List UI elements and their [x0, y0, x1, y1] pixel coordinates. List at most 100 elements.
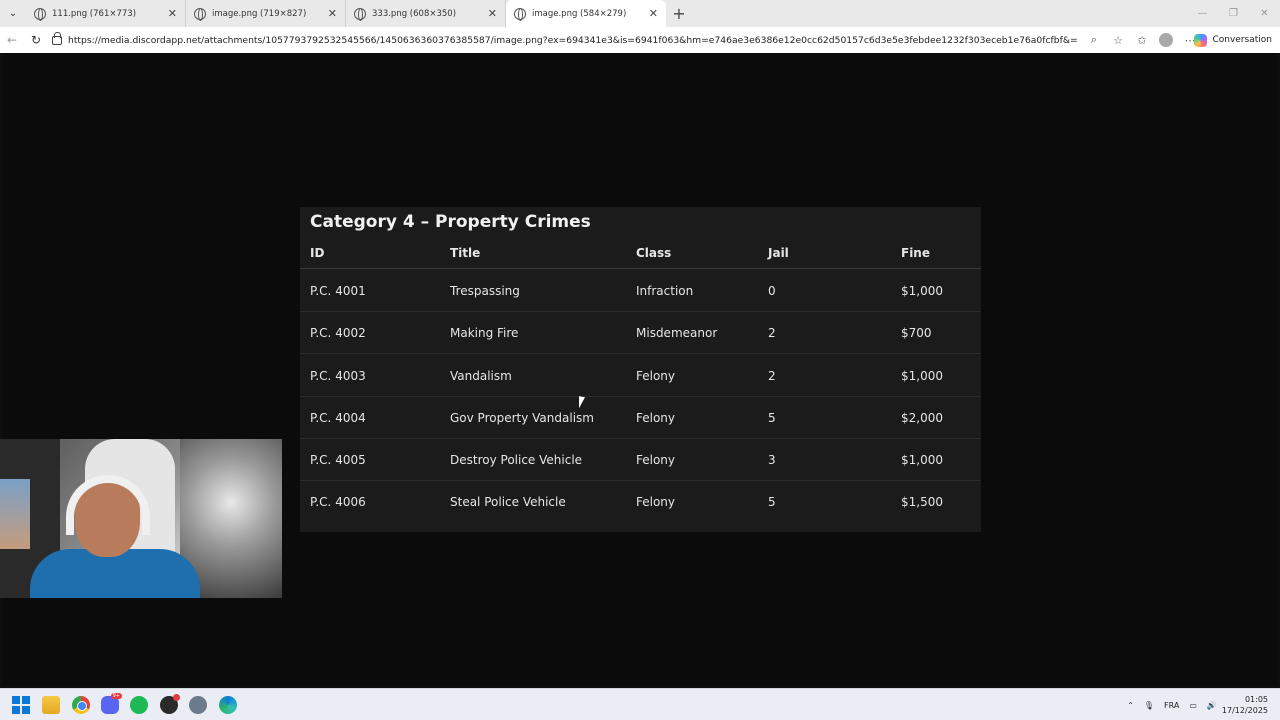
cell-class: Felony — [636, 369, 676, 383]
lock-icon[interactable] — [52, 31, 62, 45]
tab-actions-chevron-icon[interactable]: ⌄ — [0, 0, 26, 27]
new-tab-button[interactable]: + — [666, 0, 692, 27]
cell-title: Destroy Police Vehicle — [450, 453, 583, 467]
address-bar-actions: ⌕ ☆ ✩ ⋯ — [1084, 27, 1200, 53]
discord-icon[interactable]: 9+ — [101, 693, 122, 714]
table-row: P.C. 4005 Destroy Police Vehicle Felony … — [300, 439, 981, 481]
cell-id: P.C. 4001 — [310, 284, 366, 298]
cell-jail: 2 — [768, 326, 776, 340]
header-class: Class — [636, 246, 672, 260]
favorites-list-icon[interactable]: ✩ — [1132, 30, 1152, 50]
network-icon[interactable]: ▭ — [1189, 701, 1197, 710]
globe-icon — [354, 7, 366, 21]
clock[interactable]: 01:05 17/12/2025 — [1222, 694, 1268, 716]
webcam-poster — [0, 479, 30, 549]
windows-taskbar: 9+ ⌃ 🎙 FRA ▭ 🔊 01:05 17/12/2025 — [0, 688, 1280, 720]
tab-1[interactable]: 111.png (761×773) ✕ — [26, 0, 186, 27]
cell-id: P.C. 4004 — [310, 411, 366, 425]
cell-id: P.C. 4005 — [310, 453, 366, 467]
tray-overflow-chevron-icon[interactable]: ⌃ — [1127, 701, 1134, 710]
table-header: ID Title Class Jail Fine — [300, 242, 981, 269]
system-tray: ⌃ 🎙 FRA ▭ 🔊 01:05 17/12/2025 — [1122, 689, 1280, 720]
copilot-button[interactable]: Conversation — [1194, 31, 1272, 49]
screen: ⌄ 111.png (761×773) ✕ image.png (719×827… — [0, 0, 1280, 720]
globe-icon — [194, 7, 206, 21]
url-field[interactable]: https://media.discordapp.net/attachments… — [52, 30, 1137, 50]
cell-title: Vandalism — [450, 369, 512, 383]
clock-time: 01:05 — [1244, 695, 1268, 704]
header-jail: Jail — [768, 246, 789, 260]
webcam-overlay — [0, 439, 282, 598]
cell-jail: 2 — [768, 369, 776, 383]
favorite-star-icon[interactable]: ☆ — [1108, 30, 1128, 50]
window-close-icon[interactable]: ✕ — [1249, 0, 1280, 27]
cell-class: Felony — [636, 495, 676, 509]
crime-table-image: Category 4 – Property Crimes ID Title Cl… — [300, 207, 981, 532]
table-row: P.C. 4006 Steal Police Vehicle Felony 5 … — [300, 481, 981, 523]
cell-fine: $2,000 — [901, 411, 943, 425]
refresh-icon[interactable]: ↻ — [24, 27, 48, 53]
copilot-icon — [1194, 33, 1208, 47]
table-row: P.C. 4001 Trespassing Infraction 0 $1,00… — [300, 270, 981, 312]
close-icon[interactable]: ✕ — [328, 7, 337, 20]
table-row: P.C. 4002 Making Fire Misdemeanor 2 $700 — [300, 312, 981, 354]
copilot-label: Conversation — [1212, 35, 1272, 45]
zoom-icon[interactable]: ⌕ — [1084, 30, 1104, 50]
cell-jail: 5 — [768, 495, 776, 509]
settings-gear-icon[interactable] — [189, 696, 207, 714]
file-explorer-icon[interactable] — [42, 696, 60, 714]
address-bar: ← ↻ https://media.discordapp.net/attachm… — [0, 27, 1280, 53]
tab-2[interactable]: image.png (719×827) ✕ — [186, 0, 346, 27]
minimize-icon[interactable]: — — [1187, 0, 1218, 27]
language-indicator[interactable]: FRA — [1164, 701, 1179, 710]
windows-start-icon[interactable] — [12, 696, 30, 714]
table-row: P.C. 4004 Gov Property Vandalism Felony … — [300, 397, 981, 439]
tab-label: image.png (584×279) — [532, 8, 627, 19]
obs-icon[interactable] — [160, 694, 180, 714]
tab-label: 333.png (608×350) — [372, 8, 457, 19]
back-arrow-icon[interactable]: ← — [0, 27, 24, 53]
header-id: ID — [310, 246, 325, 260]
cell-fine: $1,500 — [901, 495, 943, 509]
recording-badge — [173, 694, 180, 701]
cell-jail: 3 — [768, 453, 776, 467]
header-title: Title — [450, 246, 481, 260]
cell-class: Felony — [636, 411, 676, 425]
cell-id: P.C. 4002 — [310, 326, 366, 340]
clock-date: 17/12/2025 — [1221, 706, 1268, 715]
cell-fine: $1,000 — [901, 369, 943, 383]
cell-jail: 0 — [768, 284, 776, 298]
mouse-cursor-icon — [579, 396, 588, 410]
chrome-icon[interactable] — [72, 696, 90, 714]
window-controls: — ❐ ✕ — [1187, 0, 1280, 27]
cell-fine: $1,000 — [901, 453, 943, 467]
spotify-icon[interactable] — [130, 696, 148, 714]
close-icon[interactable]: ✕ — [168, 7, 177, 20]
close-icon[interactable]: ✕ — [488, 7, 497, 20]
globe-icon — [34, 7, 46, 21]
cell-id: P.C. 4003 — [310, 369, 366, 383]
tab-label: image.png (719×827) — [212, 8, 307, 19]
profile-avatar[interactable] — [1156, 30, 1176, 50]
table-title: Category 4 – Property Crimes — [310, 212, 591, 232]
tab-3[interactable]: 333.png (608×350) ✕ — [346, 0, 506, 27]
restore-icon[interactable]: ❐ — [1218, 0, 1249, 27]
browser-tab-bar: ⌄ 111.png (761×773) ✕ image.png (719×827… — [0, 0, 1280, 27]
url-text[interactable]: https://media.discordapp.net/attachments… — [68, 35, 1078, 46]
cell-class: Infraction — [636, 284, 694, 298]
edge-icon[interactable] — [219, 696, 237, 714]
cell-id: P.C. 4006 — [310, 495, 366, 509]
tab-label: 111.png (761×773) — [52, 8, 137, 19]
microphone-icon[interactable]: 🎙 — [1144, 701, 1154, 710]
globe-icon — [514, 7, 526, 21]
close-icon[interactable]: ✕ — [649, 7, 658, 20]
table-row: P.C. 4003 Vandalism Felony 2 $1,000 — [300, 355, 981, 397]
volume-icon[interactable]: 🔊 — [1207, 701, 1217, 710]
cell-title: Steal Police Vehicle — [450, 495, 566, 509]
cell-jail: 5 — [768, 411, 776, 425]
cell-class: Felony — [636, 453, 676, 467]
cell-title: Gov Property Vandalism — [450, 411, 594, 425]
tab-4-active[interactable]: image.png (584×279) ✕ — [506, 0, 666, 27]
cell-title: Trespassing — [450, 284, 520, 298]
cell-fine: $1,000 — [901, 284, 943, 298]
